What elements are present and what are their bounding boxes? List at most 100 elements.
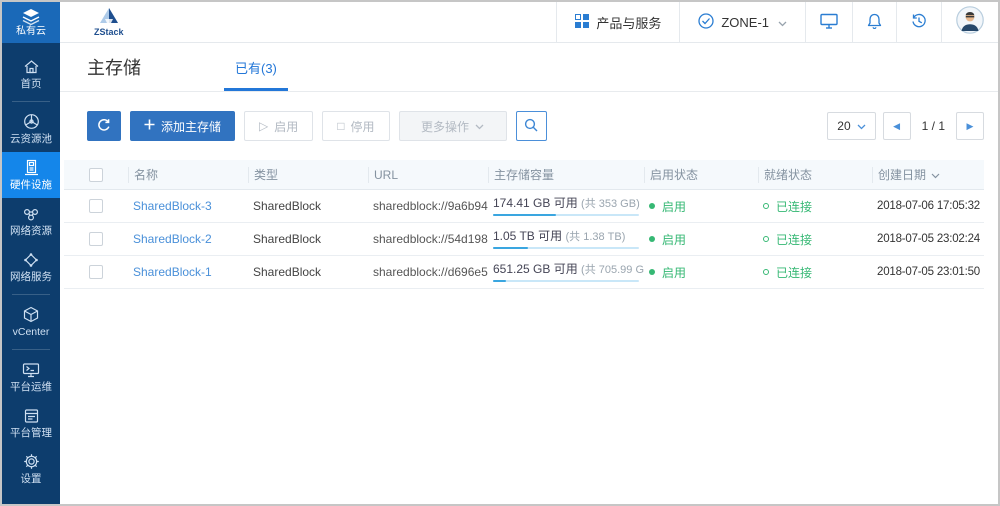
cell-ready-state: 已连接: [758, 198, 872, 215]
enable-status-label: 启用: [662, 198, 686, 215]
storage-name-link[interactable]: SharedBlock-2: [133, 232, 212, 246]
sidebar-item-settings[interactable]: 设置: [2, 446, 60, 492]
console-button[interactable]: [806, 2, 852, 42]
column-header-created[interactable]: 创建日期: [872, 167, 984, 183]
sidebar-item-network-service[interactable]: 网络服务: [2, 244, 60, 290]
notifications-button[interactable]: [853, 2, 896, 42]
cell-ready-state: 已连接: [758, 231, 872, 248]
column-header-type[interactable]: 类型: [248, 167, 368, 183]
network-service-icon: [23, 252, 39, 268]
page-header: 主存储 已有(3): [60, 43, 998, 92]
row-checkbox[interactable]: [89, 232, 103, 246]
products-menu[interactable]: 产品与服务: [557, 2, 679, 42]
pagination: 20 ◀ 1 / 1 ▶: [827, 112, 984, 140]
disable-button[interactable]: □ 停用: [322, 111, 389, 141]
cell-capacity: 1.05 TB 可用 (共 1.38 TB): [488, 230, 644, 249]
capacity-available: 174.41 GB 可用: [493, 197, 581, 210]
capacity-progress-bar: [493, 280, 639, 282]
select-all-checkbox[interactable]: [89, 168, 103, 182]
enable-status-badge: 启用: [649, 231, 758, 248]
refresh-button[interactable]: [87, 111, 121, 141]
ready-status-label: 已连接: [776, 264, 812, 281]
column-header-name[interactable]: 名称: [128, 167, 248, 183]
column-header-url[interactable]: URL: [368, 167, 488, 183]
row-checkbox[interactable]: [89, 265, 103, 279]
column-header-enable-state[interactable]: 启用状态: [644, 167, 758, 183]
prev-page-button[interactable]: ◀: [883, 112, 911, 140]
row-checkbox[interactable]: [89, 199, 103, 213]
column-header-capacity[interactable]: 主存储容量: [488, 167, 644, 183]
enable-button[interactable]: ▷ 启用: [244, 111, 313, 141]
sidebar-item-platform-ops[interactable]: 平台运维: [2, 354, 60, 400]
topbar: ZStack 产品与服务 ZONE-1: [60, 2, 998, 43]
capacity-available: 651.25 GB 可用: [493, 263, 581, 276]
cell-created-date: 2018-07-05 23:01:50: [872, 266, 984, 278]
products-label: 产品与服务: [596, 13, 661, 32]
cell-name: SharedBlock-2: [128, 232, 248, 246]
sidebar-item-hardware[interactable]: 硬件设施: [2, 152, 60, 198]
toolbar: 添加主存储 ▷ 启用 □ 停用 更多操作: [87, 111, 984, 141]
column-header-ready-state[interactable]: 就绪状态: [758, 167, 872, 183]
table-row: SharedBlock-2SharedBlocksharedblock://54…: [64, 223, 984, 256]
more-actions-button[interactable]: 更多操作: [399, 111, 507, 141]
settings-icon: [23, 453, 40, 470]
enable-label: 启用: [274, 118, 298, 135]
cell-capacity: 651.25 GB 可用 (共 705.99 GB): [488, 263, 644, 282]
status-dot-icon: [649, 236, 655, 242]
zstack-logo[interactable]: ZStack: [94, 8, 124, 37]
cell-enable-state: 启用: [644, 264, 758, 281]
cell-created-date: 2018-07-05 23:02:24: [872, 233, 984, 245]
network-resource-icon: [22, 206, 40, 222]
disable-label: 停用: [351, 118, 375, 135]
zone-selector[interactable]: ZONE-1: [680, 2, 805, 42]
grid-icon: [575, 14, 589, 31]
cell-type: SharedBlock: [248, 265, 368, 279]
capacity-progress-fill: [493, 280, 506, 282]
sidebar-item-label: 平台运维: [10, 382, 52, 393]
status-ring-icon: [763, 269, 769, 275]
vcenter-icon: [23, 306, 39, 323]
home-icon: [23, 59, 40, 75]
storage-name-link[interactable]: SharedBlock-3: [133, 199, 212, 213]
add-primary-storage-label: 添加主存储: [161, 118, 221, 135]
sidebar-item-label: 云资源池: [10, 134, 52, 145]
next-page-button[interactable]: ▶: [956, 112, 984, 140]
hardware-icon: [24, 159, 39, 176]
sidebar-item-home[interactable]: 首页: [2, 51, 60, 97]
cell-capacity: 174.41 GB 可用 (共 353 GB): [488, 197, 644, 216]
refresh-icon: [97, 118, 111, 135]
chevron-down-icon: [475, 119, 484, 133]
sidebar-item-cloud-pool[interactable]: 云资源池: [2, 106, 60, 152]
plus-icon: [144, 119, 155, 133]
cloud-pool-icon: [23, 113, 40, 130]
tab-existing[interactable]: 已有(3): [221, 43, 291, 91]
sidebar-item-label: 硬件设施: [10, 180, 52, 191]
sidebar-item-label: 平台管理: [10, 428, 52, 439]
sidebar-item-vcenter[interactable]: vCenter: [2, 299, 60, 345]
sidebar-divider: [12, 349, 50, 350]
table-row: SharedBlock-1 SharedBlocksharedblock://d6…: [64, 256, 984, 289]
capacity-total: (共 353 GB): [581, 198, 640, 210]
zone-label: ZONE-1: [721, 15, 769, 30]
add-primary-storage-button[interactable]: 添加主存储: [130, 111, 235, 141]
storage-name-link[interactable]: SharedBlock-1: [133, 265, 212, 279]
capacity-progress-bar: [493, 247, 639, 249]
history-button[interactable]: [897, 2, 941, 42]
row-select-cell: [64, 199, 128, 213]
app-window: 私有云 首页云资源池硬件设施网络资源网络服务vCenter平台运维平台管理设置 …: [0, 0, 1000, 506]
sidebar-item-platform-mgmt[interactable]: 平台管理: [2, 400, 60, 446]
capacity-indicator: 174.41 GB 可用 (共 353 GB): [493, 197, 639, 216]
more-actions-label: 更多操作: [421, 118, 469, 135]
sort-chevron-icon: [931, 167, 940, 183]
capacity-indicator: 651.25 GB 可用 (共 705.99 GB): [493, 263, 639, 282]
enable-status-label: 启用: [662, 264, 686, 281]
page-size-select[interactable]: 20: [827, 112, 875, 140]
sidebar-item-network-resource[interactable]: 网络资源: [2, 198, 60, 244]
sidebar-item-label: vCenter: [13, 327, 50, 338]
table-row: SharedBlock-3SharedBlocksharedblock://9a…: [64, 190, 984, 223]
sidebar-logo[interactable]: 私有云: [2, 2, 60, 43]
tab-existing-label: 已有(3): [235, 58, 277, 77]
search-button[interactable]: [516, 111, 547, 141]
cell-url: sharedblock://d696e58...: [368, 265, 488, 279]
user-menu[interactable]: [942, 2, 998, 42]
